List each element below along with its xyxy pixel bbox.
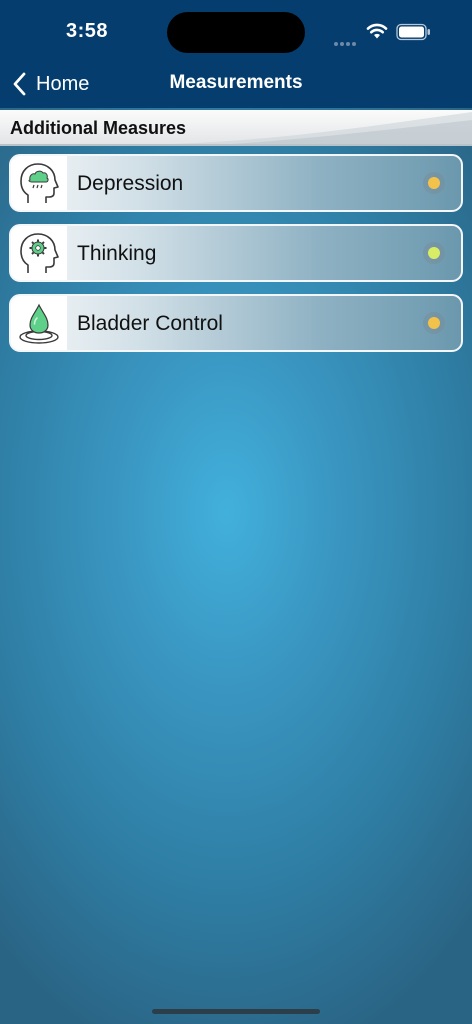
list-item-bladder-control[interactable]: Bladder Control xyxy=(9,294,463,352)
list-item-label: Bladder Control xyxy=(77,312,223,335)
section-title: Additional Measures xyxy=(10,118,187,138)
list-item-depression[interactable]: Depression xyxy=(9,154,463,212)
section-swoosh-decoration xyxy=(172,112,472,144)
wifi-icon xyxy=(366,23,388,39)
section-header: Additional Measures xyxy=(0,110,472,146)
cellular-signal-icon xyxy=(334,33,360,46)
status-dot-icon xyxy=(428,317,440,329)
dynamic-island xyxy=(167,12,305,53)
status-dot-icon xyxy=(428,177,440,189)
battery-icon xyxy=(396,23,430,41)
thumbnail xyxy=(11,226,67,280)
status-time: 3:58 xyxy=(66,20,109,42)
list-item-label: Thinking xyxy=(77,242,157,265)
status-indicator xyxy=(423,172,445,194)
nav-header: 3:58 Home Measurements xyxy=(0,0,472,108)
home-indicator[interactable] xyxy=(152,1009,320,1014)
page-title: Measurements xyxy=(169,72,303,93)
list-item-label: Depression xyxy=(77,172,184,195)
thumbnail xyxy=(11,156,67,210)
status-dot-icon xyxy=(428,247,440,259)
status-indicator xyxy=(423,242,445,264)
list-item-thinking[interactable]: Thinking xyxy=(9,224,463,282)
head-gear-icon xyxy=(20,233,59,273)
measures-list: Depression Thinking Bladder Control xyxy=(9,154,463,364)
water-drop-icon xyxy=(19,303,59,344)
status-indicator xyxy=(423,312,445,334)
head-raincloud-icon xyxy=(20,163,59,203)
thumbnail xyxy=(11,296,67,350)
